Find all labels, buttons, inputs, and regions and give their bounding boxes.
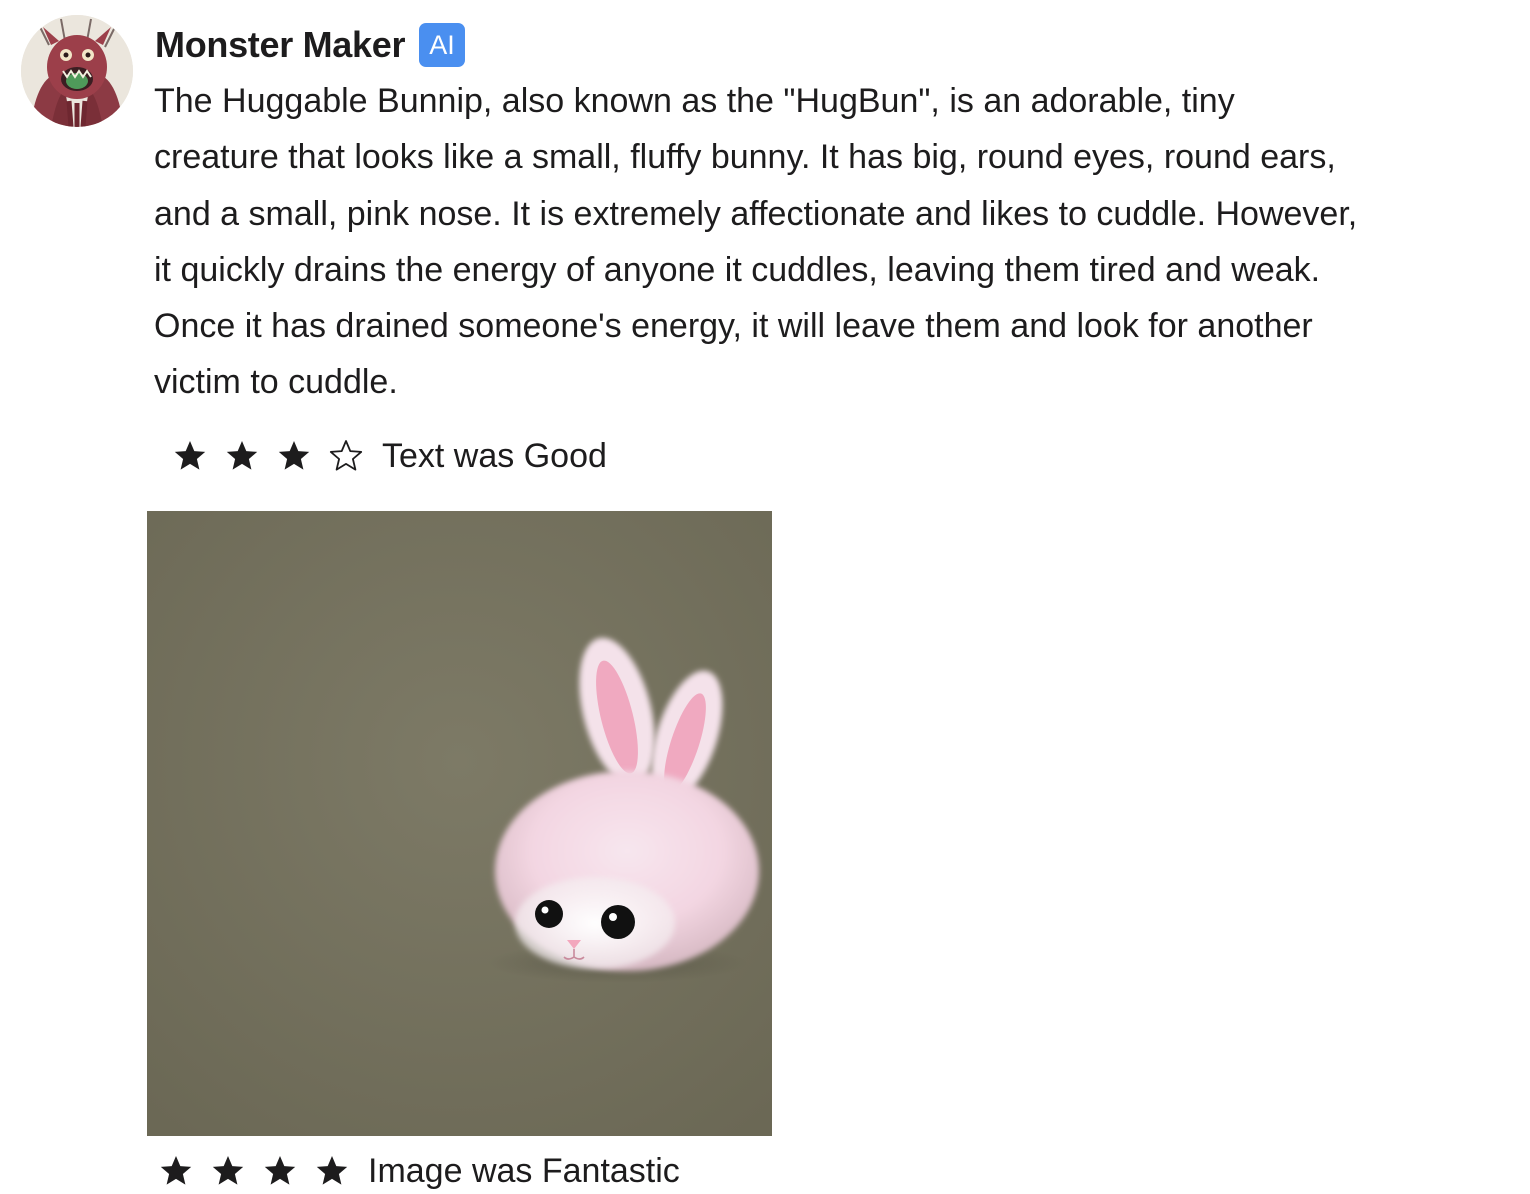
message-line: Once it has drained someone's energy, it… [154,307,1313,346]
message-line: it quickly drains the energy of anyone i… [154,250,1321,289]
rating-star-1-filled-star-icon[interactable] [158,1153,194,1189]
message-line: The Huggable Bunnip, also known as the "… [154,82,1235,120]
generated-image[interactable] [147,511,772,1136]
message-body: The Huggable Bunnip, also known as the "… [154,73,1524,411]
ai-badge: AI [419,23,465,67]
rating-star-4-filled-star-icon[interactable] [314,1153,350,1189]
text-rating: Text was Good [172,434,607,478]
text-rating-label: Text was Good [382,436,607,475]
image-rating: Image was Fantastic [158,1149,680,1193]
message-header: Monster Maker AI [155,22,465,68]
message-line: creature that looks like a small, fluffy… [154,138,1336,177]
sender-name[interactable]: Monster Maker [155,24,405,66]
monster-avatar-icon [21,15,133,127]
image-rating-label: Image was Fantastic [368,1151,680,1190]
rating-star-4-empty-star-icon[interactable] [328,438,364,474]
rating-star-2-filled-star-icon[interactable] [224,438,260,474]
rating-star-1-filled-star-icon[interactable] [172,438,208,474]
message-line: victim to cuddle. [154,363,398,402]
fluffy-bunny-image-icon [147,511,772,1136]
rating-star-2-filled-star-icon[interactable] [210,1153,246,1189]
sender-avatar[interactable] [21,15,133,127]
rating-star-3-filled-star-icon[interactable] [262,1153,298,1189]
message-line: and a small, pink nose. It is extremely … [154,194,1358,233]
rating-star-3-filled-star-icon[interactable] [276,438,312,474]
